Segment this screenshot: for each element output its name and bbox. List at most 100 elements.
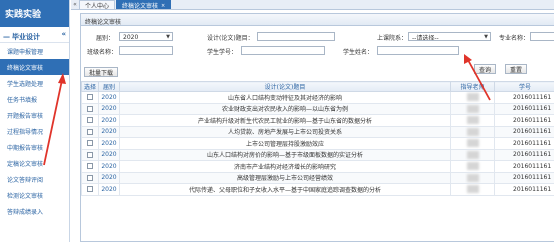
- row-advisor: [450, 160, 495, 173]
- sidebar-item[interactable]: 定稿论文审核: [0, 155, 69, 171]
- row-advisor: [450, 148, 495, 161]
- row-title[interactable]: 农业财政支出对农民收入的影响—以山东省为例: [119, 102, 451, 115]
- row-checkbox[interactable]: [87, 105, 93, 112]
- row-student-no: 2016011161: [494, 91, 554, 104]
- row-year: 2020: [98, 102, 120, 115]
- dept-select[interactable]: --请选择-- ▼: [408, 32, 491, 41]
- sidebar-nav: 课题申报管理 终稿论文审核 学生选题处理 任务书填报 开题报告审核 过程指导情况 中期报告审…: [0, 43, 69, 219]
- reset-button[interactable]: 重置: [505, 64, 528, 74]
- sidebar-item[interactable]: 论文答辩评阅: [0, 171, 69, 187]
- collapse-sidebar-icon[interactable]: «: [61, 30, 66, 38]
- row-checkbox[interactable]: [87, 151, 93, 158]
- tab-final-thesis-review[interactable]: 终稿论文审核 ×: [116, 0, 172, 10]
- sidebar-item[interactable]: 学生选题处理: [0, 75, 69, 91]
- table-row[interactable]: 2020 人均贷款、房地产发展与上市公司投资关系 2016011161: [81, 125, 554, 138]
- row-checkbox[interactable]: [87, 117, 93, 124]
- row-advisor: [450, 102, 495, 115]
- row-select-cell: [81, 125, 99, 138]
- sidebar-item[interactable]: 过程指导情况: [0, 123, 69, 139]
- redacted-advisor: [466, 127, 479, 136]
- col-header-title[interactable]: 设计(论文)题目: [119, 81, 451, 92]
- row-student-no: 2016011161: [494, 137, 554, 150]
- row-checkbox[interactable]: [87, 163, 93, 170]
- tab-personal-center[interactable]: 个人中心: [79, 0, 116, 10]
- sidebar-item[interactable]: 开题报告审核: [0, 107, 69, 123]
- row-title[interactable]: 高级管理层激励与上市公司经营绩效: [119, 171, 451, 184]
- row-student-no: 2016011161: [494, 171, 554, 184]
- redacted-advisor: [466, 150, 479, 159]
- tab-scroll-left-icon[interactable]: «: [71, 0, 79, 9]
- major-input[interactable]: [530, 32, 554, 41]
- student-name-label: 学生姓名：: [343, 49, 374, 56]
- redacted-advisor: [466, 139, 479, 148]
- batch-download-button[interactable]: 批量下载: [84, 67, 119, 77]
- col-header-student-no[interactable]: 学号: [494, 81, 554, 92]
- topic-input[interactable]: [257, 32, 335, 41]
- sidebar-item[interactable]: 课题申报管理: [0, 43, 69, 59]
- row-year: 2020: [98, 114, 120, 127]
- table-row[interactable]: 2020 山东省人口结构变动特征及其对经济的影响 2016011161: [81, 91, 554, 104]
- row-checkbox[interactable]: [87, 174, 93, 181]
- row-student-no: 2016011161: [494, 148, 554, 161]
- table-header-row: 选择 届别 设计(论文)题目 指导老师 学号: [81, 81, 554, 92]
- thesis-table: 选择 届别 设计(论文)题目 指导老师 学号 2020 山东省人口结构变动特征及其…: [81, 81, 554, 196]
- col-header-select: 选择: [81, 81, 99, 92]
- chevron-down-icon: ▼: [484, 34, 488, 40]
- close-tab-icon[interactable]: ×: [161, 3, 165, 9]
- sidebar-item[interactable]: 中期报告审核: [0, 139, 69, 155]
- redacted-advisor: [466, 104, 479, 113]
- topic-label: 设计(论文)题目：: [207, 35, 254, 42]
- table-row[interactable]: 2020 农业财政支出对农民收入的影响—以山东省为例 2016011161: [81, 102, 554, 115]
- table-row[interactable]: 2020 产业结构升级对新生代农民工就业的影响—基于山东省的数据分析 2016011…: [81, 114, 554, 127]
- row-title[interactable]: 上市公司管理层持股激励效应: [119, 137, 451, 150]
- table-row[interactable]: 2020 高级管理层激励与上市公司经营绩效 2016011161: [81, 171, 554, 184]
- row-year: 2020: [98, 148, 120, 161]
- major-label: 专业名称：: [499, 35, 530, 42]
- grade-label: 届别：: [96, 35, 115, 42]
- table-row[interactable]: 2020 山东人口结构对房价的影响—基于市级面板数据的实证分析 2016011161: [81, 148, 554, 161]
- row-year: 2020: [98, 137, 120, 150]
- row-title[interactable]: 产业结构升级对新生代农民工就业的影响—基于山东省的数据分析: [119, 114, 451, 127]
- tab-strip: « 个人中心 终稿论文审核 ×: [71, 0, 554, 10]
- row-title[interactable]: 山东省人口结构变动特征及其对经济的影响: [119, 91, 451, 104]
- row-select-cell: [81, 148, 99, 161]
- row-title[interactable]: 山东人口结构对房价的影响—基于市级面板数据的实证分析: [119, 148, 451, 161]
- sidebar-item[interactable]: 终稿论文审核: [0, 59, 69, 75]
- sidebar-item[interactable]: 检测论文审核: [0, 187, 69, 203]
- table-row[interactable]: 2020 济南市产业结构对经济增长的影响研究 2016011161: [81, 160, 554, 173]
- row-checkbox[interactable]: [87, 94, 93, 101]
- row-title[interactable]: 人均贷款、房地产发展与上市公司投资关系: [119, 125, 451, 138]
- tab-label: 终稿论文审核: [122, 3, 159, 10]
- sidebar-item[interactable]: 任务书填报: [0, 91, 69, 107]
- table-row[interactable]: 2020 代际传递、父母职位和子女收入水平—基于中国家庭追踪调查数据的分析 2016…: [81, 183, 554, 196]
- table-row[interactable]: 2020 上市公司管理层持股激励效应 2016011161: [81, 137, 554, 150]
- row-student-no: 2016011161: [494, 183, 554, 196]
- student-no-input[interactable]: [241, 46, 325, 55]
- grade-select[interactable]: 2020 ▼: [119, 32, 173, 41]
- row-year: 2020: [98, 160, 120, 173]
- row-student-no: 2016011161: [494, 102, 554, 115]
- row-year: 2020: [98, 125, 120, 138]
- class-label: 班级名称：: [87, 49, 118, 56]
- row-advisor: [450, 171, 495, 184]
- dept-select-value: --请选择--: [412, 34, 439, 41]
- col-header-advisor[interactable]: 指导老师: [450, 81, 495, 92]
- row-select-cell: [81, 171, 99, 184]
- row-checkbox[interactable]: [87, 128, 93, 135]
- dept-label: 上课院系：: [377, 35, 408, 42]
- query-button[interactable]: 查询: [474, 64, 497, 74]
- class-input[interactable]: [119, 46, 173, 55]
- sidebar-item[interactable]: 答辩成绩录入: [0, 203, 69, 219]
- redacted-advisor: [466, 185, 479, 194]
- row-checkbox[interactable]: [87, 186, 93, 193]
- sidebar-section-graduation[interactable]: — 毕业设计 «: [0, 27, 69, 43]
- row-advisor: [450, 125, 495, 138]
- row-checkbox[interactable]: [87, 140, 93, 147]
- student-name-input[interactable]: [377, 46, 459, 55]
- row-select-cell: [81, 114, 99, 127]
- row-title[interactable]: 济南市产业结构对经济增长的影响研究: [119, 160, 451, 173]
- panel-title: 终稿论文审核: [81, 14, 554, 26]
- row-title[interactable]: 代际传递、父母职位和子女收入水平—基于中国家庭追踪调查数据的分析: [119, 183, 451, 196]
- row-select-cell: [81, 160, 99, 173]
- col-header-year[interactable]: 届别: [98, 81, 120, 92]
